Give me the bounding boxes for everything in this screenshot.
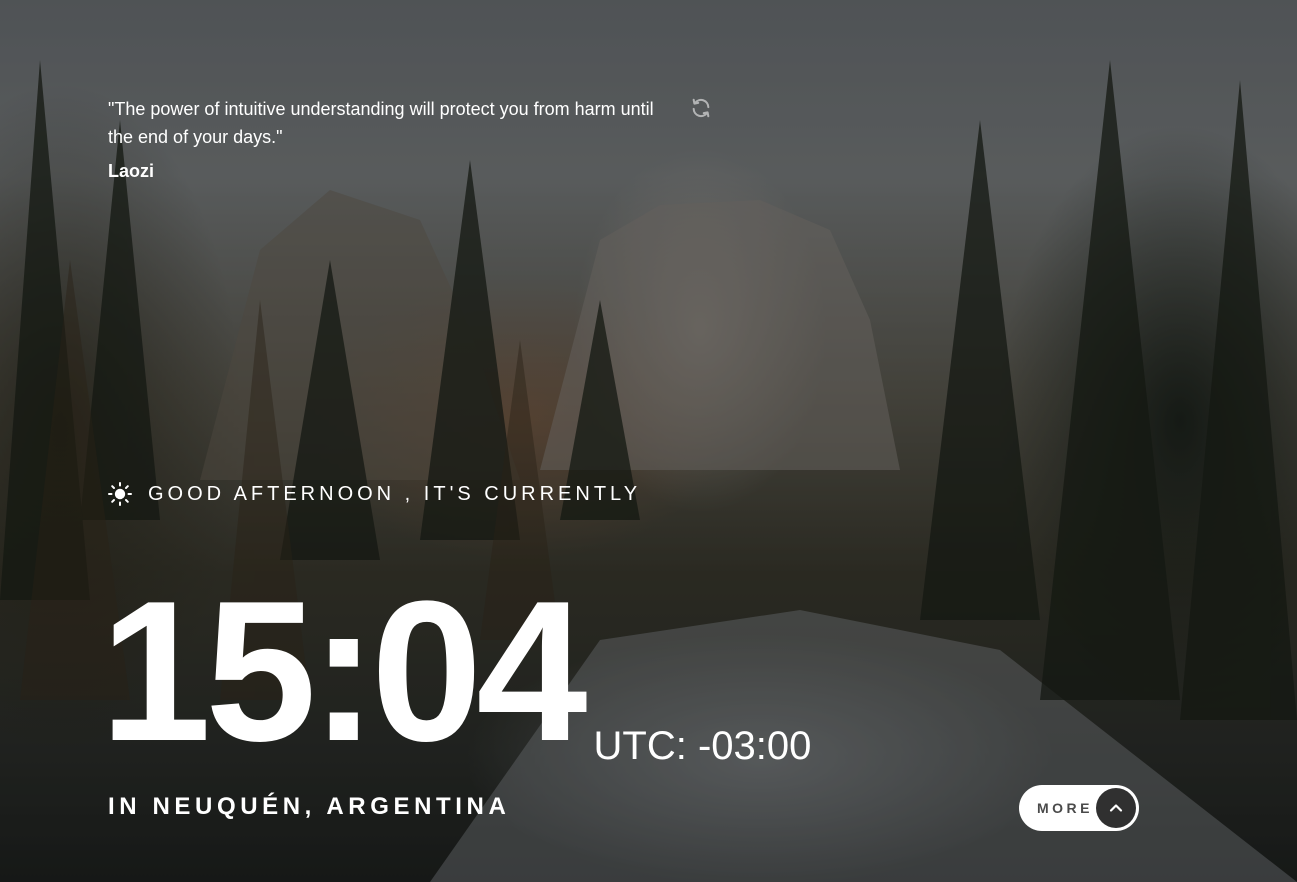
app-root: "The power of intuitive understanding wi…: [0, 0, 1297, 882]
quote-block: "The power of intuitive understanding wi…: [108, 95, 668, 183]
sun-icon: [108, 482, 132, 506]
quote-text: "The power of intuitive understanding wi…: [108, 99, 654, 147]
greeting-text: GOOD AFTERNOON , IT'S CURRENTLY: [148, 483, 642, 505]
quote-author: Laozi: [108, 161, 155, 181]
more-button[interactable]: MORE: [1019, 785, 1139, 831]
chevron-up-icon: [1096, 788, 1136, 828]
more-button-label: MORE: [1037, 800, 1093, 816]
location-text: IN NEUQUÉN, ARGENTINA: [108, 793, 511, 820]
refresh-icon[interactable]: [690, 97, 712, 119]
current-time: 15:04: [100, 560, 588, 783]
greeting: GOOD AFTERNOON , IT'S CURRENTLY: [108, 478, 641, 510]
timezone-offset: UTC: -03:00: [593, 724, 812, 768]
clock: 15:04 UTC: -03:00: [100, 572, 811, 772]
